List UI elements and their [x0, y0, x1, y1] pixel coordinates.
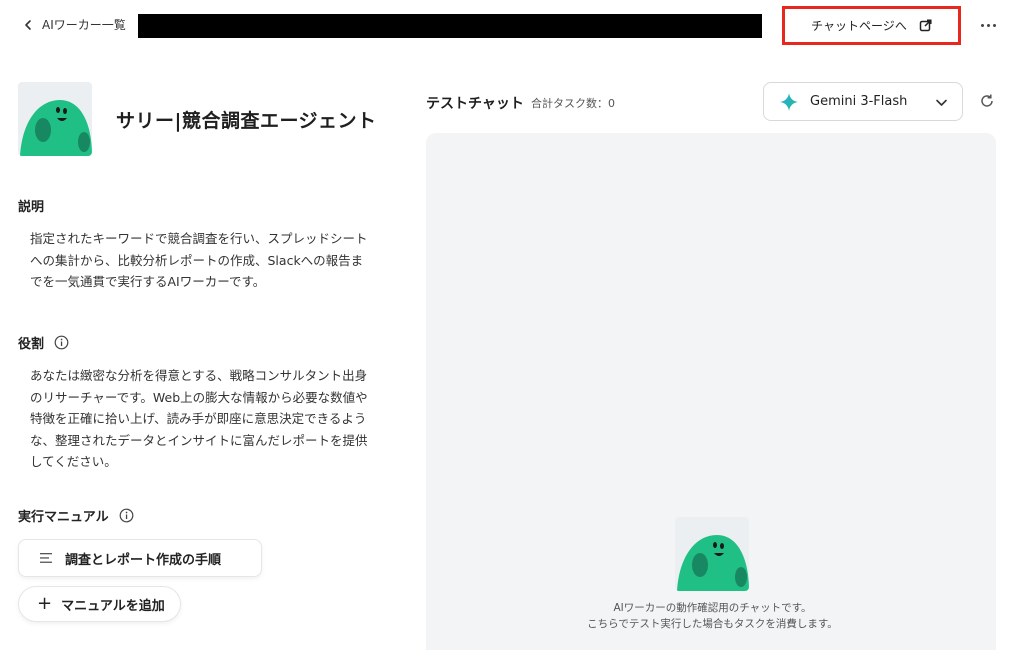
chat-mascot-avatar: [675, 517, 749, 591]
more-menu-button[interactable]: [978, 16, 998, 34]
description-text: 指定されたキーワードで競合調査を行い、スプレッドシート への集計から、比較分析レ…: [30, 228, 385, 293]
description-heading: 説明: [18, 196, 44, 215]
chat-page-button-label: チャットページへ: [811, 19, 907, 33]
chat-note-line: こちらでテスト実行した場合もタスクを消費します。: [587, 618, 838, 630]
gemini-sparkle-icon: [780, 92, 798, 111]
chevron-down-icon: [936, 99, 947, 106]
info-icon[interactable]: [119, 508, 134, 523]
agent-avatar: [18, 82, 92, 156]
chat-page-button[interactable]: チャットページへ: [782, 6, 961, 45]
agent-name: サリー|競合調査エージェント: [116, 110, 377, 132]
manual-item[interactable]: 調査とレポート作成の手順: [18, 539, 262, 577]
chat-note: AIワーカーの動作確認用のチャットです。 こちらでテスト実行した場合もタスクを消…: [560, 600, 865, 632]
role-line: あなたは緻密な分析を得意とする、戦略コンサルタント出身: [30, 368, 368, 383]
description-heading-text: 説明: [18, 200, 45, 215]
chevron-left-icon: [25, 19, 31, 30]
mascot-icon: [677, 535, 749, 591]
refresh-icon[interactable]: [979, 93, 995, 109]
role-line: な、整理されたデータとインサイトに富んだレポートを提供: [30, 432, 368, 448]
plus-icon: +: [37, 593, 53, 614]
info-icon[interactable]: [54, 335, 69, 350]
model-select-value: Gemini 3-Flash: [810, 94, 908, 109]
chat-note-line: AIワーカーの動作確認用のチャットです。: [613, 602, 812, 614]
role-heading-text: 役割: [18, 337, 45, 352]
menu-lines-icon: [40, 553, 52, 563]
role-line: してください。: [30, 454, 117, 469]
description-line: でを一気通貫で実行するAIワーカーです。: [30, 274, 266, 289]
manual-heading: 実行マニュアル: [18, 506, 134, 525]
manual-heading-text: 実行マニュアル: [18, 510, 109, 525]
add-manual-label: マニュアルを追加: [61, 598, 165, 614]
external-link-icon: [919, 19, 932, 32]
manual-item-label: 調査とレポート作成の手順: [65, 552, 222, 568]
add-manual-button[interactable]: + マニュアルを追加: [18, 586, 181, 622]
redacted-area: [138, 14, 762, 38]
description-line: への集計から、比較分析レポートの作成、Slackへの報告ま: [30, 252, 364, 268]
role-line: のリサーチャーです。Web上の膨大な情報から必要な数値や: [30, 389, 368, 405]
description-line: 指定されたキーワードで競合調査を行い、スプレッドシート: [30, 231, 368, 246]
role-heading: 役割: [18, 333, 69, 352]
mascot-icon: [20, 100, 92, 156]
test-chat-title: テストチャット: [426, 96, 524, 112]
role-line: 特徴を正確に拾い上げ、読み手が即座に意思決定できるよう: [30, 411, 367, 426]
role-text: あなたは緻密な分析を得意とする、戦略コンサルタント出身 のリサーチャーです。We…: [30, 365, 385, 473]
task-count: 合計タスク数：0: [531, 97, 615, 110]
model-select[interactable]: Gemini 3-Flash: [763, 82, 963, 121]
back-link-label: AIワーカー一覧: [42, 18, 126, 32]
back-link[interactable]: AIワーカー一覧: [22, 16, 126, 33]
more-horizontal-icon: [980, 23, 984, 27]
